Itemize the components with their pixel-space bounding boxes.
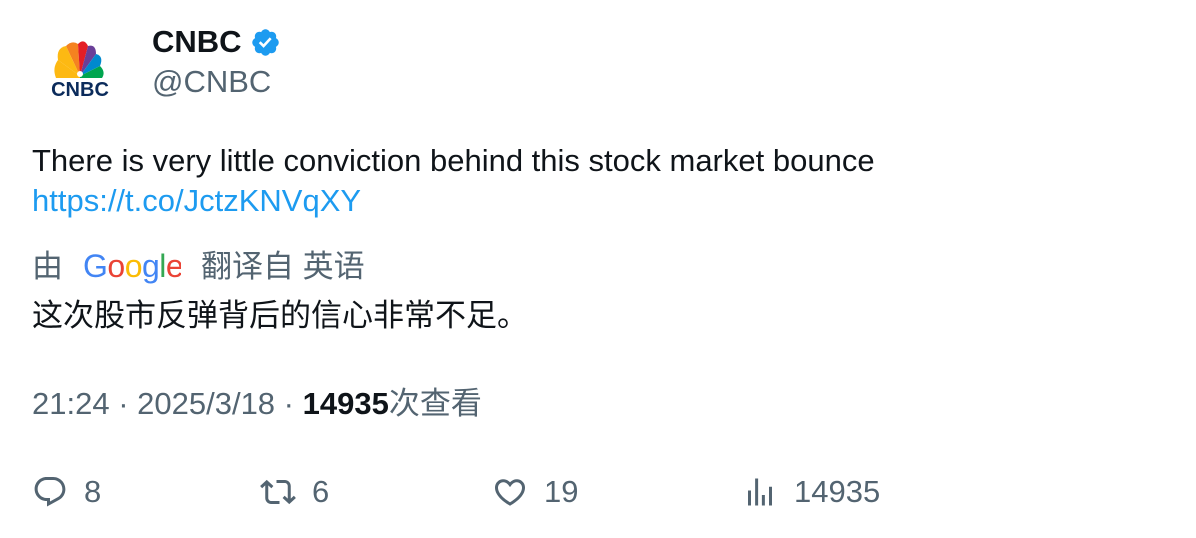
- translation-prefix: 由: [32, 249, 63, 284]
- tweet-link[interactable]: https://t.co/JctzKNVqXY: [32, 181, 1152, 221]
- author-handle[interactable]: @CNBC: [152, 62, 271, 102]
- reply-button[interactable]: 8: [32, 470, 101, 514]
- views-label: 次查看: [388, 386, 482, 421]
- views-button[interactable]: 14935: [742, 470, 880, 514]
- tweet-body: There is very little conviction behind t…: [32, 141, 1152, 221]
- retweet-count: 6: [312, 474, 330, 509]
- avatar-wordmark: CNBC: [51, 79, 109, 101]
- retweet-icon: [260, 479, 296, 505]
- author-name-row: CNBC: [152, 22, 281, 62]
- like-count: 19: [544, 474, 579, 509]
- heart-icon: [494, 479, 526, 506]
- action-bar: 8 6 19 14935: [32, 470, 1162, 514]
- cnbc-peacock-logo: [54, 41, 104, 78]
- tweet-meta: 21:24 · 2025/3/18 · 14935次查看: [32, 384, 482, 424]
- meta-separator: ·: [109, 386, 138, 421]
- reply-icon: [34, 477, 66, 507]
- tweet-time[interactable]: 21:24: [32, 386, 110, 421]
- verified-badge-icon: [251, 28, 279, 56]
- like-button[interactable]: 19: [492, 470, 578, 514]
- translated-tweet-text: 这次股市反弹背后的信心非常不足。: [32, 298, 528, 333]
- google-logo: Google: [83, 249, 181, 284]
- reply-count: 8: [84, 474, 102, 509]
- tweet-date[interactable]: 2025/3/18: [137, 386, 275, 421]
- google-logo-text: Google: [83, 249, 181, 284]
- tweet-text: There is very little conviction behind t…: [32, 143, 875, 178]
- views-count: 14935: [302, 386, 389, 421]
- meta-separator: ·: [275, 386, 303, 421]
- views-count-action: 14935: [794, 474, 881, 509]
- retweet-button[interactable]: 6: [260, 470, 329, 514]
- translation-source-language[interactable]: 翻译自 英语: [201, 247, 365, 287]
- avatar[interactable]: CNBC: [32, 28, 128, 124]
- translation-attribution: 由 Google 翻译自 英语: [32, 247, 365, 287]
- views-chart-icon: [748, 478, 772, 506]
- author-display-name[interactable]: CNBC: [152, 22, 242, 62]
